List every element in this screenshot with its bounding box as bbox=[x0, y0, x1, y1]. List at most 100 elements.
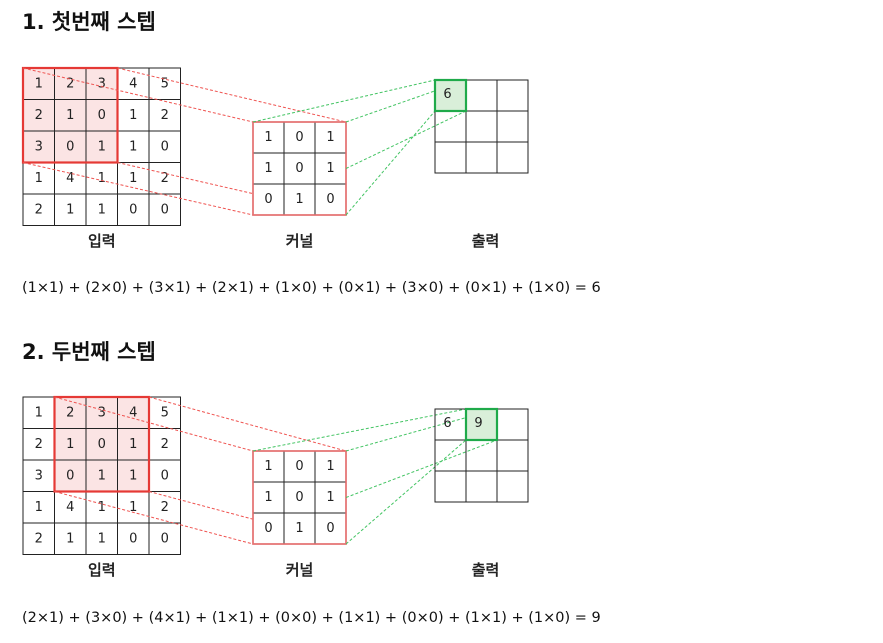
kernel-label: 커널 bbox=[286, 561, 314, 579]
input-cell-value: 2 bbox=[161, 500, 169, 515]
input-cell-value: 3 bbox=[98, 76, 106, 91]
input-cell-value: 0 bbox=[66, 468, 74, 483]
input-label: 입력 bbox=[88, 561, 116, 579]
kernel-cell-value: 0 bbox=[326, 192, 334, 207]
input-cell-value: 1 bbox=[129, 468, 137, 483]
step1-formula: (1×1) + (2×0) + (3×1) + (2×1) + (1×0) + … bbox=[22, 280, 601, 296]
input-cell-value: 0 bbox=[98, 437, 106, 452]
input-cell-value: 1 bbox=[129, 171, 137, 186]
guide-line bbox=[345, 439, 467, 545]
kernel-cell-value: 1 bbox=[264, 459, 272, 474]
input-cell-value: 1 bbox=[129, 139, 137, 154]
input-cell-value: 0 bbox=[129, 202, 137, 217]
input-cell-value: 0 bbox=[161, 468, 169, 483]
kernel-cell-value: 1 bbox=[326, 459, 334, 474]
output-grid: 6 bbox=[433, 78, 529, 174]
output-grid: 69 bbox=[434, 407, 529, 503]
output-cell bbox=[434, 141, 467, 174]
kernel-cell-value: 1 bbox=[295, 521, 303, 536]
kernel-cell-value: 1 bbox=[326, 130, 334, 145]
input-cell-value: 4 bbox=[129, 76, 137, 91]
step2-title: 2. 두번째 스텝 bbox=[22, 340, 156, 364]
input-cell-value: 1 bbox=[66, 202, 74, 217]
input-cell-value: 1 bbox=[66, 437, 74, 452]
kernel-cell-value: 0 bbox=[264, 521, 272, 536]
output-cell bbox=[496, 470, 529, 503]
output-cell bbox=[465, 79, 498, 112]
guide-line bbox=[22, 162, 254, 216]
input-cell-value: 4 bbox=[66, 500, 74, 515]
output-cell bbox=[465, 110, 498, 143]
input-cell-value: 1 bbox=[98, 500, 106, 515]
kernel-cell-value: 1 bbox=[326, 490, 334, 505]
input-cell-value: 2 bbox=[161, 108, 169, 123]
input-cell-value: 1 bbox=[35, 76, 43, 91]
input-cell-value: 0 bbox=[161, 531, 169, 546]
input-cell-value: 2 bbox=[35, 202, 43, 217]
input-grid: 1 2 3 4 52 1 0 1 23 0 1 1 01 4 1 1 22 1 1 0 0 bbox=[22, 395, 181, 555]
input-cell-value: 1 bbox=[98, 202, 106, 217]
kernel-cell-value: 0 bbox=[295, 490, 303, 505]
output-cell bbox=[496, 79, 529, 112]
input-cell-value: 2 bbox=[66, 405, 74, 420]
input-cell-value: 1 bbox=[129, 108, 137, 123]
input-cell-value: 1 bbox=[98, 531, 106, 546]
output-cell bbox=[496, 408, 529, 441]
output-cell bbox=[434, 110, 467, 143]
input-cell-value: 5 bbox=[161, 405, 169, 420]
kernel-cell-value: 0 bbox=[264, 192, 272, 207]
kernel-grid: 1 0 1 1 0 1 0 1 0 bbox=[252, 450, 347, 545]
kernel-cell-value: 0 bbox=[295, 161, 303, 176]
input-cell-value: 1 bbox=[35, 500, 43, 515]
kernel-label: 커널 bbox=[286, 232, 314, 250]
guide-line bbox=[148, 396, 347, 452]
step1-title: 1. 첫번째 스텝 bbox=[22, 10, 156, 34]
input-cell-value: 2 bbox=[35, 108, 43, 123]
guide-line bbox=[54, 491, 254, 545]
input-cell-value: 3 bbox=[98, 405, 106, 420]
output-cell bbox=[465, 470, 498, 503]
kernel-cell-value: 1 bbox=[295, 192, 303, 207]
input-cell-value: 0 bbox=[98, 108, 106, 123]
step2-formula: (2×1) + (3×0) + (4×1) + (1×1) + (0×0) + … bbox=[22, 610, 601, 626]
input-cell-value: 1 bbox=[66, 108, 74, 123]
input-label: 입력 bbox=[88, 232, 116, 250]
guide-line bbox=[345, 110, 436, 216]
input-cell-value: 1 bbox=[129, 437, 137, 452]
input-cell-value: 1 bbox=[98, 139, 106, 154]
input-cell-value: 0 bbox=[161, 202, 169, 217]
output-label: 출력 bbox=[472, 561, 500, 579]
input-cell-value: 2 bbox=[35, 437, 43, 452]
input-cell-value: 3 bbox=[35, 139, 43, 154]
input-cell-value: 1 bbox=[35, 171, 43, 186]
kernel-cell-value: 0 bbox=[326, 521, 334, 536]
guide-line bbox=[252, 79, 436, 123]
guide-line bbox=[117, 67, 347, 123]
input-cell-value: 0 bbox=[66, 139, 74, 154]
step1-diagram: 1 2 3 4 52 1 0 1 23 0 1 1 01 4 1 1 22 1 1 0 01 0 11 0 10 1 06입력 커널 출… bbox=[21, 66, 529, 250]
guide-line bbox=[345, 110, 467, 169]
output-cell bbox=[496, 439, 529, 472]
input-cell-value: 3 bbox=[35, 468, 43, 483]
kernel-cell-value: 0 bbox=[295, 459, 303, 474]
output-cell bbox=[465, 439, 498, 472]
input-cell-value: 2 bbox=[161, 437, 169, 452]
guide-line bbox=[345, 439, 498, 498]
kernel-cell-value: 0 bbox=[295, 130, 303, 145]
input-cell-value: 1 bbox=[98, 171, 106, 186]
output-cell bbox=[496, 110, 529, 143]
input-cell-value: 0 bbox=[161, 139, 169, 154]
output-cell bbox=[496, 141, 529, 174]
input-cell-value: 1 bbox=[98, 468, 106, 483]
step2-diagram: 1 2 3 4 52 1 0 1 23 0 1 1 01 4 1 1 22 1 1 0 01 0 11 0 10 1 06 9입력 커널… bbox=[22, 395, 529, 579]
kernel-grid: 1 0 1 1 0 1 0 1 0 bbox=[252, 121, 347, 216]
kernel-cell-value: 1 bbox=[326, 161, 334, 176]
input-cell-value: 1 bbox=[35, 405, 43, 420]
output-cell-value: 6 bbox=[443, 87, 451, 102]
output-cell-value: 6 bbox=[443, 416, 451, 431]
output-cell bbox=[434, 470, 467, 503]
output-label: 출력 bbox=[472, 232, 500, 250]
input-grid: 1 2 3 4 52 1 0 1 23 0 1 1 01 4 1 1 22 1 1 0 0 bbox=[21, 66, 181, 226]
output-cell bbox=[465, 141, 498, 174]
input-cell-value: 2 bbox=[35, 531, 43, 546]
